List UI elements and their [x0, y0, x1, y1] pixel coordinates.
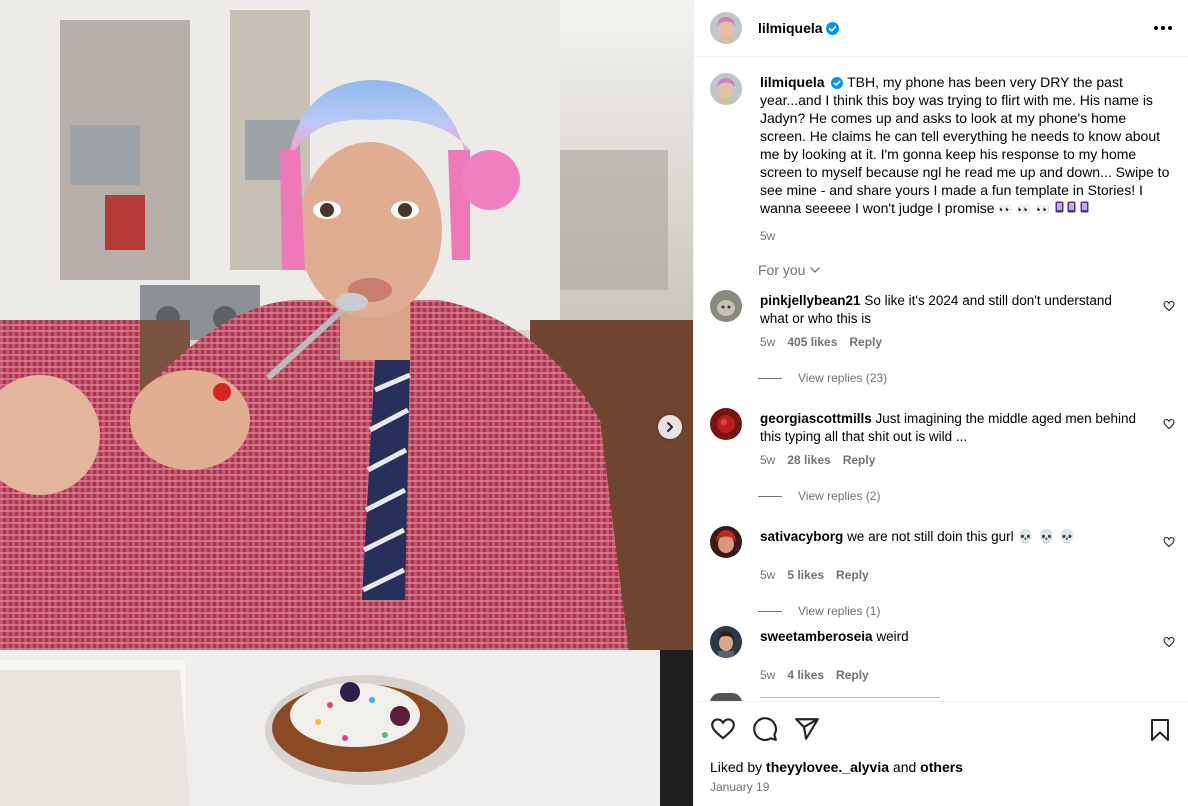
comment-text: weird [876, 629, 909, 644]
replies-divider [758, 610, 782, 612]
like-comment-heart-icon[interactable] [1163, 536, 1175, 548]
post-date[interactable]: January 19 [710, 780, 769, 794]
dot-icon [1154, 26, 1158, 30]
verified-badge-icon [831, 77, 844, 89]
caption-username[interactable]: lilmiquela [760, 74, 825, 90]
comment-meta: 5w 28 likes Reply [760, 453, 1175, 467]
like-comment-heart-icon[interactable] [1163, 636, 1175, 648]
view-replies-label: View replies (23) [798, 371, 888, 385]
comment-item: sweetamberoseia weird 5w 4 likes Reply [710, 626, 1175, 682]
comment-text: we are not still doin this gurl [847, 529, 1014, 544]
post-author-username[interactable]: lilmiquela [758, 20, 823, 36]
liked-by-others[interactable]: others [920, 759, 963, 775]
comment-username[interactable]: georgiascottmills [760, 411, 872, 426]
liked-by-prefix: Liked by [710, 759, 763, 775]
caption-emojis: 👀 👀 👀 [998, 204, 1051, 216]
avatar[interactable] [710, 408, 742, 440]
comment-likes[interactable]: 28 likes [787, 453, 830, 467]
dot-icon [1161, 26, 1165, 30]
comment-emojis: 💀 💀 💀 [1017, 529, 1076, 544]
comment-username[interactable]: sweetamberoseia [760, 629, 873, 644]
avatar-image [710, 73, 742, 105]
avatar[interactable] [710, 12, 742, 44]
like-comment-heart-icon[interactable] [1163, 300, 1175, 312]
comment-likes[interactable]: 5 likes [787, 568, 824, 582]
heart-icon [711, 718, 735, 740]
liked-by-and: and [892, 759, 917, 775]
reply-button[interactable]: Reply [836, 668, 869, 682]
comment-button[interactable] [752, 716, 778, 747]
chevron-right-icon [667, 422, 673, 432]
reply-button[interactable]: Reply [836, 568, 869, 582]
reply-button[interactable]: Reply [849, 335, 882, 349]
phone-emojis [1055, 200, 1090, 216]
caption-text: TBH, my phone has been very DRY the past… [760, 74, 1170, 216]
send-icon [795, 718, 819, 740]
avatar[interactable] [710, 626, 742, 658]
avatar-image [710, 290, 742, 322]
avatar-image [710, 526, 742, 558]
verified-badge-icon [825, 21, 839, 35]
liked-by: Liked by theyylovee._alyvia and others [710, 759, 963, 775]
post-header: lilmiquela [694, 0, 1188, 57]
bookmark-icon [1151, 719, 1169, 741]
phone-icon [1067, 201, 1076, 213]
comment-icon [753, 717, 777, 741]
view-replies-label: View replies (2) [798, 489, 881, 503]
comment-age: 5w [760, 568, 776, 582]
post-side-panel: lilmiquela lilmiquela TBH, my phone has … [693, 0, 1188, 806]
comments-scroll-area[interactable]: lilmiquela TBH, my phone has been very D… [694, 57, 1188, 701]
like-comment-heart-icon[interactable] [1163, 418, 1175, 430]
save-button[interactable] [1149, 718, 1171, 747]
comment-likes[interactable]: 4 likes [787, 668, 824, 682]
next-comment-avatar-cutoff [710, 693, 742, 701]
comment-meta: 5w 405 likes Reply [760, 335, 1175, 349]
view-replies-label: View replies (1) [798, 604, 881, 618]
comment-age: 5w [760, 453, 776, 467]
next-photo-button[interactable] [658, 415, 682, 439]
more-options-button[interactable] [1151, 17, 1175, 39]
comment-meta: 5w 5 likes Reply [760, 568, 1175, 582]
for-you-sort[interactable]: For you [758, 262, 821, 278]
view-replies-button[interactable]: View replies (23) [758, 371, 1175, 385]
caption-age: 5w [760, 229, 776, 243]
replies-divider [758, 377, 782, 379]
reply-button[interactable]: Reply [843, 453, 876, 467]
view-replies-button[interactable]: View replies (2) [758, 489, 1175, 503]
comment-meta: 5w 4 likes Reply [760, 668, 1175, 682]
for-you-label: For you [758, 262, 806, 278]
comment-item: sativacyborg we are not still doin this … [710, 526, 1175, 618]
comment-username[interactable]: pinkjellybean21 [760, 293, 861, 308]
phone-icon [1080, 201, 1089, 213]
phone-icon [1055, 201, 1064, 213]
comment-username[interactable]: sativacyborg [760, 529, 843, 544]
dot-icon [1168, 26, 1172, 30]
comment-age: 5w [760, 335, 776, 349]
avatar-image [710, 12, 742, 44]
like-button[interactable] [710, 716, 736, 747]
post-actions: Liked by theyylovee._alyvia and others J… [694, 701, 1188, 806]
share-button[interactable] [794, 716, 820, 747]
comment-item: pinkjellybean21 So like it's 2024 and st… [710, 290, 1175, 385]
avatar[interactable] [710, 290, 742, 322]
view-replies-button[interactable]: View replies (1) [758, 604, 1175, 618]
comment-age: 5w [760, 668, 776, 682]
post-caption: lilmiquela TBH, my phone has been very D… [710, 73, 1180, 245]
liked-by-user[interactable]: theyylovee._alyvia [766, 759, 889, 775]
comment-likes[interactable]: 405 likes [787, 335, 837, 349]
comment-item: georgiascottmills Just imagining the mid… [710, 408, 1175, 503]
replies-divider [758, 495, 782, 497]
avatar-image [710, 408, 742, 440]
avatar[interactable] [710, 73, 742, 105]
photo-illustration [0, 0, 693, 806]
avatar-image [710, 626, 742, 658]
post-dialog: lilmiquela lilmiquela TBH, my phone has … [0, 0, 1188, 806]
post-photo[interactable] [0, 0, 693, 806]
chevron-down-icon [810, 267, 821, 273]
avatar[interactable] [710, 526, 742, 558]
